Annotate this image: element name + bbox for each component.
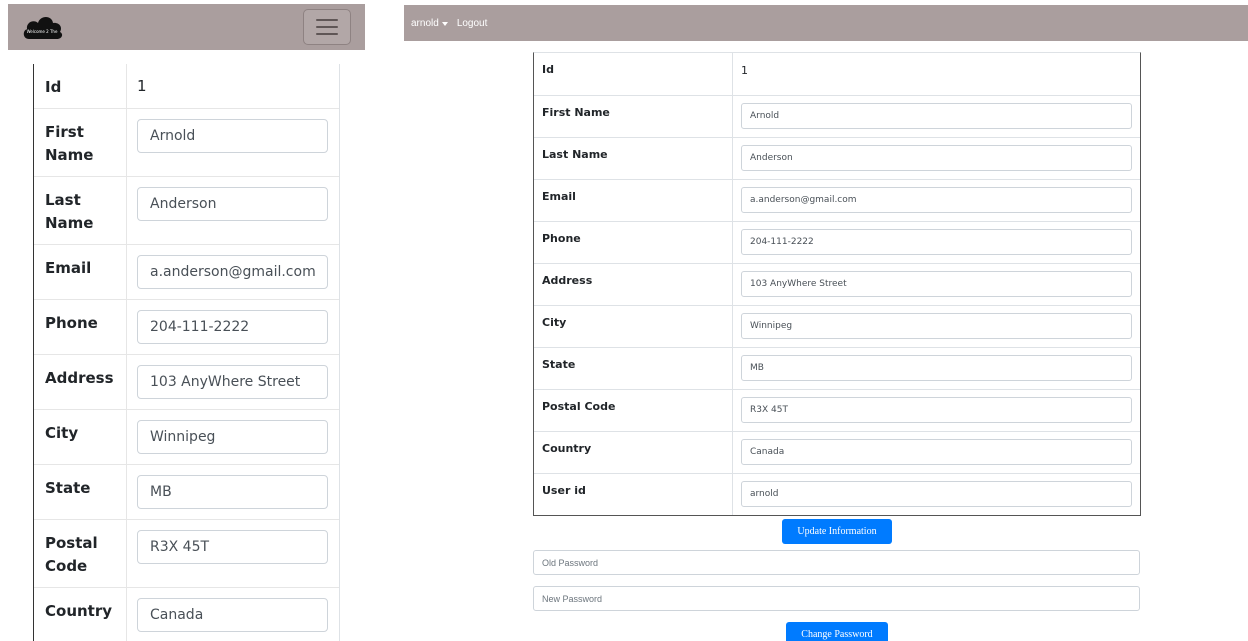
city-input[interactable]: Winnipeg: [137, 420, 328, 454]
cloud-logo-icon[interactable]: Welcome 2 The: [21, 12, 65, 42]
first-name-input[interactable]: Arnold: [741, 102, 1132, 129]
field-label: City: [34, 409, 127, 465]
desktop-profile-table: Id 1 First Name Arnold Last Name Anderson Emai…: [533, 52, 1141, 516]
email-input[interactable]: a.anderson@gmail.com: [137, 255, 328, 289]
address-input[interactable]: 103 AnyWhere Street: [741, 270, 1132, 297]
mobile-row-city: City Winnipeg: [34, 409, 339, 465]
country-input[interactable]: Canada: [137, 598, 328, 632]
mobile-view: Welcome 2 The Id 1 First Name Arnold Last Na…: [8, 4, 365, 641]
mobile-navbar: Welcome 2 The: [8, 4, 365, 50]
field-label: Address: [34, 354, 127, 410]
field-label: Last Name: [34, 176, 127, 245]
field-label: Last Name: [534, 137, 733, 180]
address-input[interactable]: 103 AnyWhere Street: [137, 365, 328, 399]
country-input[interactable]: Canada: [741, 438, 1132, 465]
postal-code-input[interactable]: R3X 45T: [137, 530, 328, 564]
old-password-input[interactable]: Old Password: [533, 550, 1140, 575]
desktop-row-user-id: User id arnold: [534, 473, 1140, 515]
desktop-row-first-name: First Name Arnold: [534, 95, 1140, 138]
mobile-row-first-name: First Name Arnold: [34, 108, 339, 177]
field-label: Postal Code: [34, 519, 127, 588]
user-id-input[interactable]: arnold: [741, 480, 1132, 507]
desktop-row-city: City Winnipeg: [534, 305, 1140, 348]
desktop-row-last-name: Last Name Anderson: [534, 137, 1140, 180]
user-dropdown[interactable]: arnold: [411, 18, 448, 29]
field-label: Postal Code: [534, 389, 733, 432]
new-password-input[interactable]: New Password: [533, 586, 1140, 611]
field-label: Phone: [534, 221, 733, 264]
state-input[interactable]: MB: [741, 354, 1132, 381]
postal-code-input[interactable]: R3X 45T: [741, 396, 1132, 423]
desktop-row-phone: Phone 204-111-2222: [534, 221, 1140, 264]
desktop-row-postal-code: Postal Code R3X 45T: [534, 389, 1140, 432]
first-name-input[interactable]: Arnold: [137, 119, 328, 153]
desktop-row-country: Country Canada: [534, 431, 1140, 474]
desktop-row-state: State MB: [534, 347, 1140, 390]
phone-input[interactable]: 204-111-2222: [741, 228, 1132, 255]
last-name-input[interactable]: Anderson: [137, 187, 328, 221]
id-value: 1: [126, 64, 339, 109]
desktop-navbar: arnold Logout: [404, 5, 1248, 41]
last-name-input[interactable]: Anderson: [741, 144, 1132, 171]
update-information-button[interactable]: Update Information: [782, 519, 892, 544]
desktop-row-email: Email a.anderson@gmail.com: [534, 179, 1140, 222]
state-input[interactable]: MB: [137, 475, 328, 509]
mobile-row-email: Email a.anderson@gmail.com: [34, 244, 339, 300]
desktop-view: arnold Logout Id 1 First Name Arnold Last Na…: [404, 5, 1248, 641]
mobile-row-phone: Phone 204-111-2222: [34, 299, 339, 355]
username-label: arnold: [411, 17, 439, 29]
mobile-row-address: Address 103 AnyWhere Street: [34, 354, 339, 410]
city-input[interactable]: Winnipeg: [741, 312, 1132, 339]
field-label: State: [534, 347, 733, 390]
caret-down-icon: [441, 21, 448, 26]
desktop-row-id: Id 1: [534, 53, 1140, 96]
field-label: Address: [534, 263, 733, 306]
mobile-row-state: State MB: [34, 464, 339, 520]
field-label: First Name: [34, 108, 127, 177]
id-value: 1: [732, 53, 1140, 96]
field-label: Phone: [34, 299, 127, 355]
mobile-row-postal-code: Postal Code R3X 45T: [34, 519, 339, 588]
field-label: Email: [534, 179, 733, 222]
logout-link[interactable]: Logout: [457, 18, 488, 29]
field-label: User id: [534, 473, 733, 515]
field-label: State: [34, 464, 127, 520]
phone-input[interactable]: 204-111-2222: [137, 310, 328, 344]
mobile-row-country: Country Canada: [34, 587, 339, 641]
email-input[interactable]: a.anderson@gmail.com: [741, 186, 1132, 213]
mobile-row-last-name: Last Name Anderson: [34, 176, 339, 245]
field-label: Country: [34, 587, 127, 641]
field-label: Id: [34, 64, 127, 109]
field-label: Id: [534, 53, 733, 96]
logo-text: Welcome 2 The: [27, 29, 58, 34]
desktop-row-address: Address 103 AnyWhere Street: [534, 263, 1140, 306]
field-label: First Name: [534, 95, 733, 138]
mobile-profile-table: Id 1 First Name Arnold Last Name Anderson Emai…: [33, 64, 340, 641]
mobile-row-id: Id 1: [34, 64, 339, 109]
field-label: Email: [34, 244, 127, 300]
field-label: Country: [534, 431, 733, 474]
hamburger-menu-icon[interactable]: [303, 9, 351, 45]
field-label: City: [534, 305, 733, 348]
change-password-button[interactable]: Change Password: [786, 622, 888, 641]
